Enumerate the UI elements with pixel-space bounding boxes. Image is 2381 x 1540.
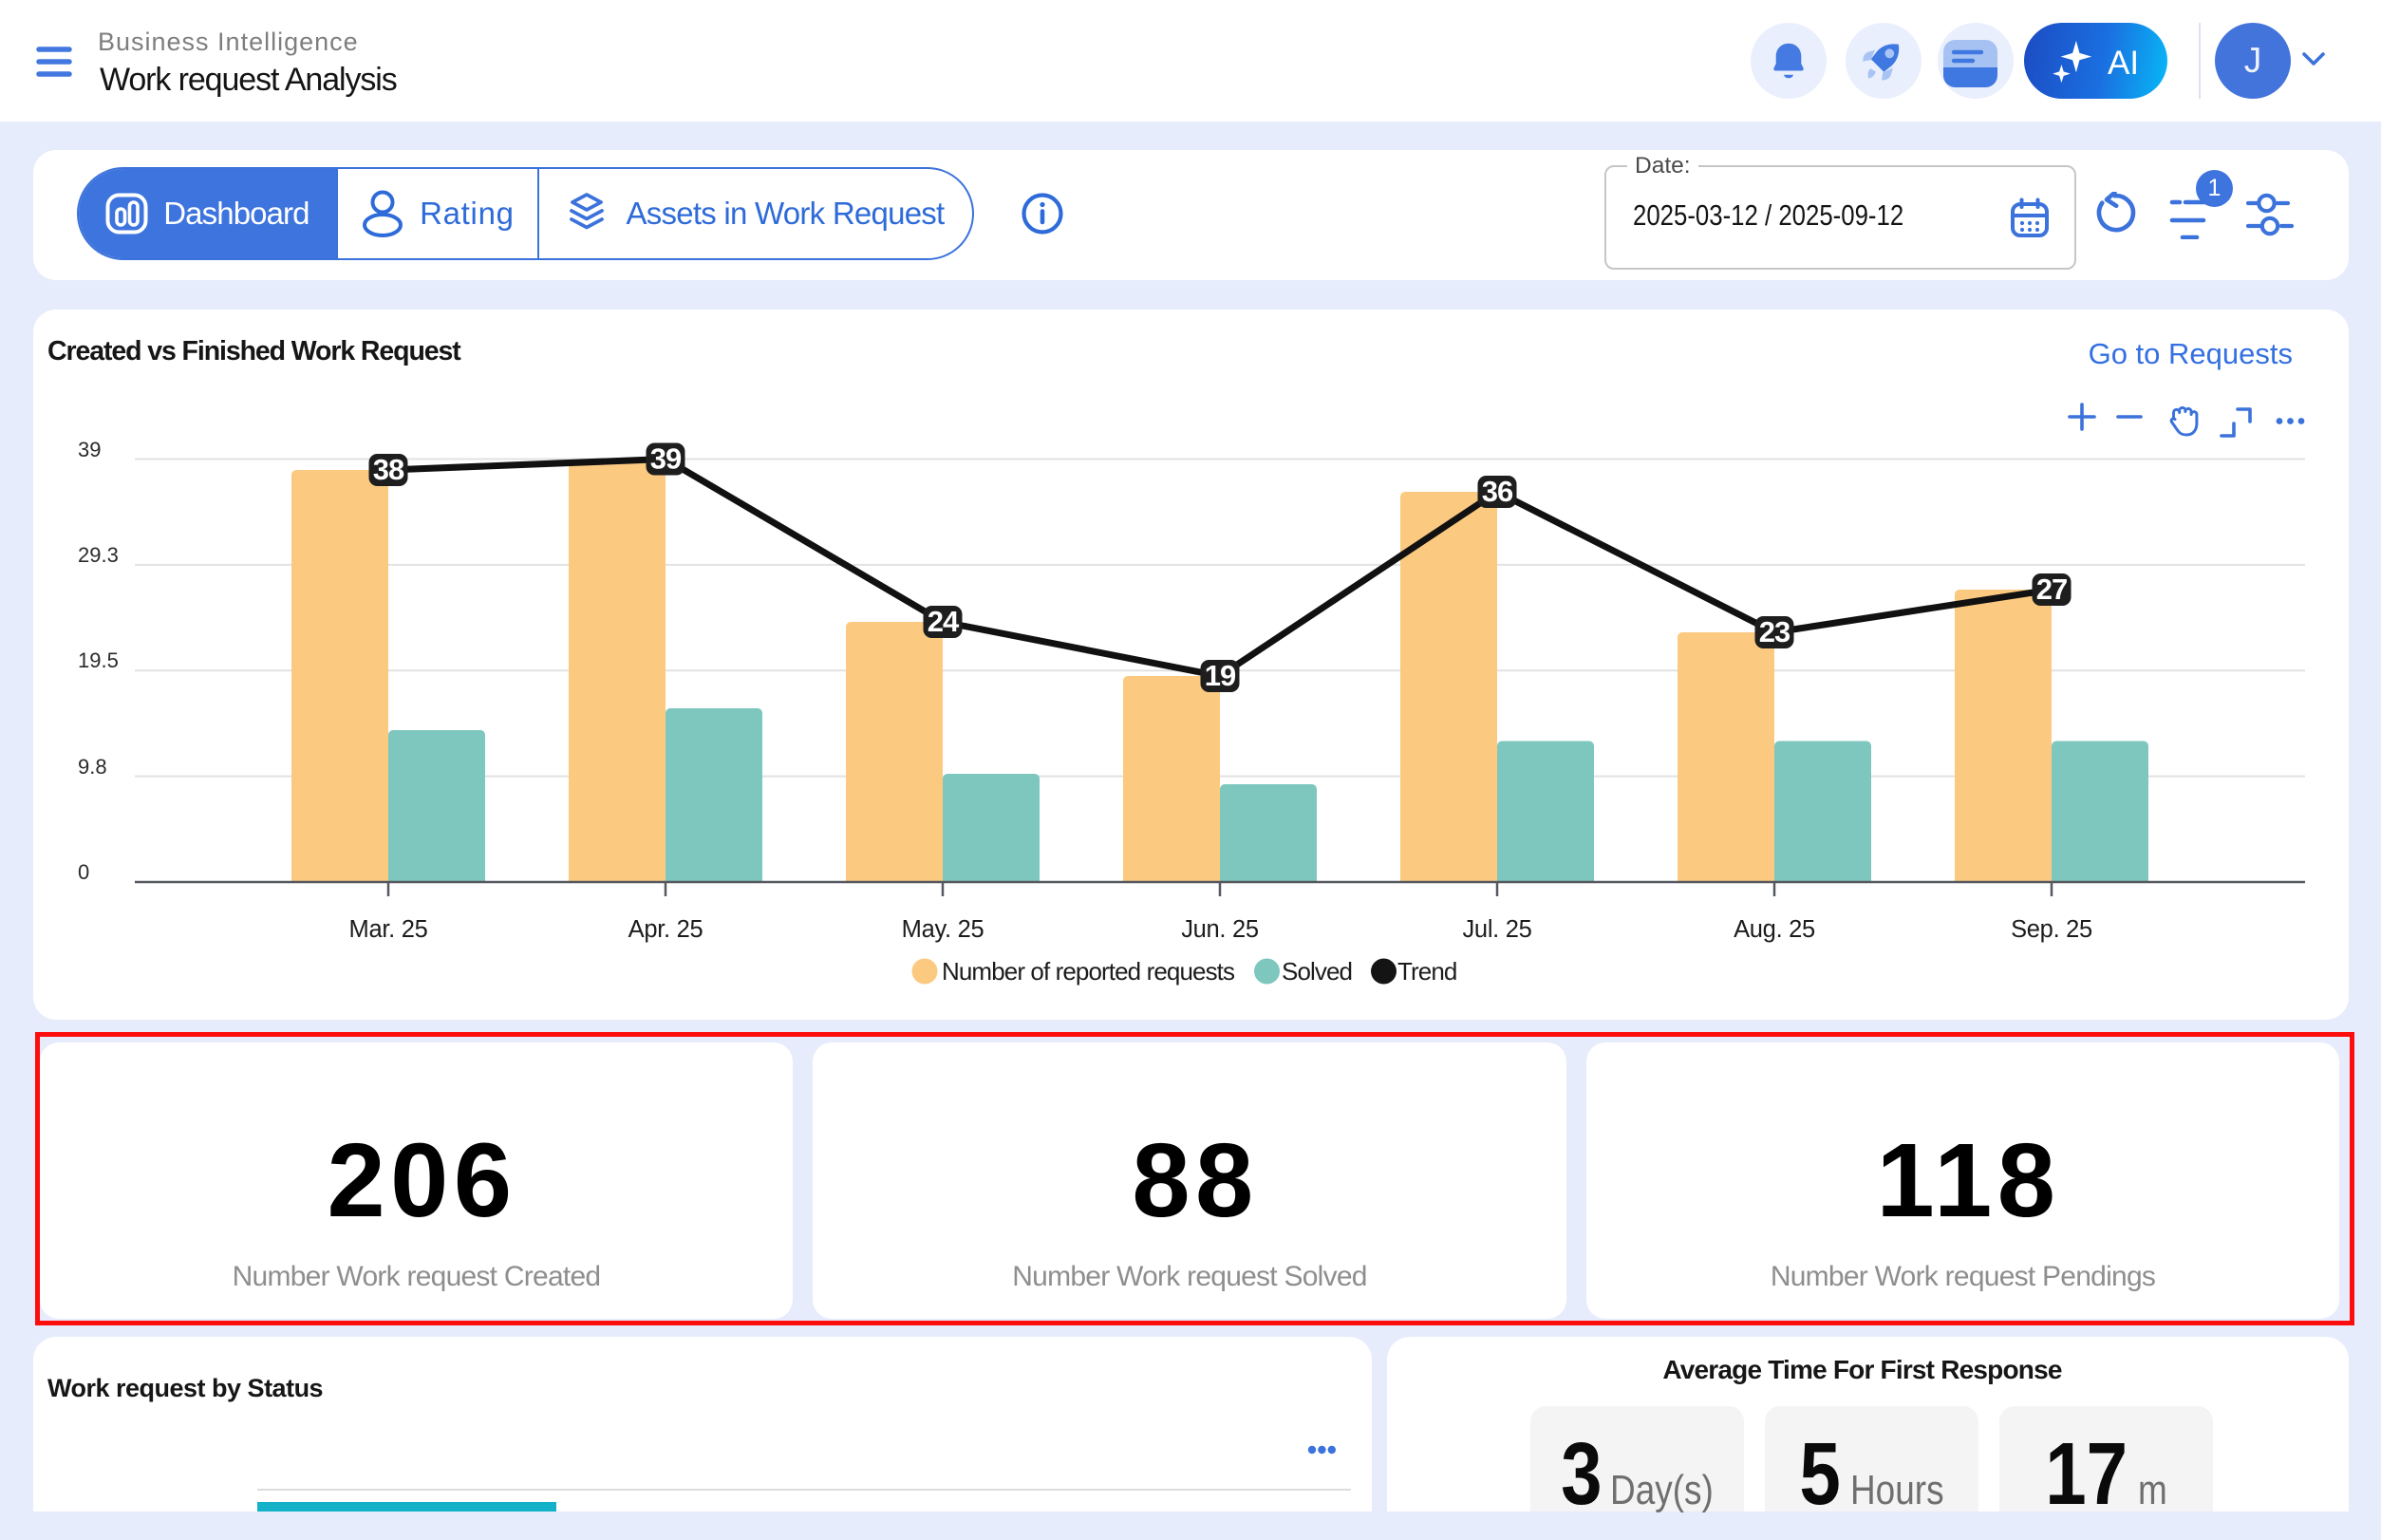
svg-text:Aug. 25: Aug. 25 [1734,916,1815,943]
svg-text:Jun. 25: Jun. 25 [1181,916,1259,943]
svg-text:19: 19 [1205,659,1236,692]
svg-text:39: 39 [78,438,101,461]
svg-text:24: 24 [928,605,960,638]
svg-text:Jul. 25: Jul. 25 [1462,916,1531,943]
svg-text:39: 39 [650,442,682,476]
svg-text:Mar. 25: Mar. 25 [349,916,428,943]
svg-text:38: 38 [373,453,404,486]
svg-text:0: 0 [78,860,89,884]
svg-text:29.3: 29.3 [78,543,119,567]
svg-text:May. 25: May. 25 [902,916,984,943]
svg-text:Trend: Trend [1397,957,1456,986]
svg-text:Apr. 25: Apr. 25 [628,916,703,943]
svg-text:36: 36 [1482,475,1513,508]
svg-text:27: 27 [2036,573,2067,606]
svg-text:23: 23 [1759,615,1790,648]
svg-text:19.5: 19.5 [78,648,119,672]
svg-text:Number of reported requests: Number of reported requests [942,957,1235,986]
svg-text:9.8: 9.8 [78,755,107,779]
svg-text:Sep. 25: Sep. 25 [2011,916,2092,943]
svg-text:Solved: Solved [1282,957,1352,986]
